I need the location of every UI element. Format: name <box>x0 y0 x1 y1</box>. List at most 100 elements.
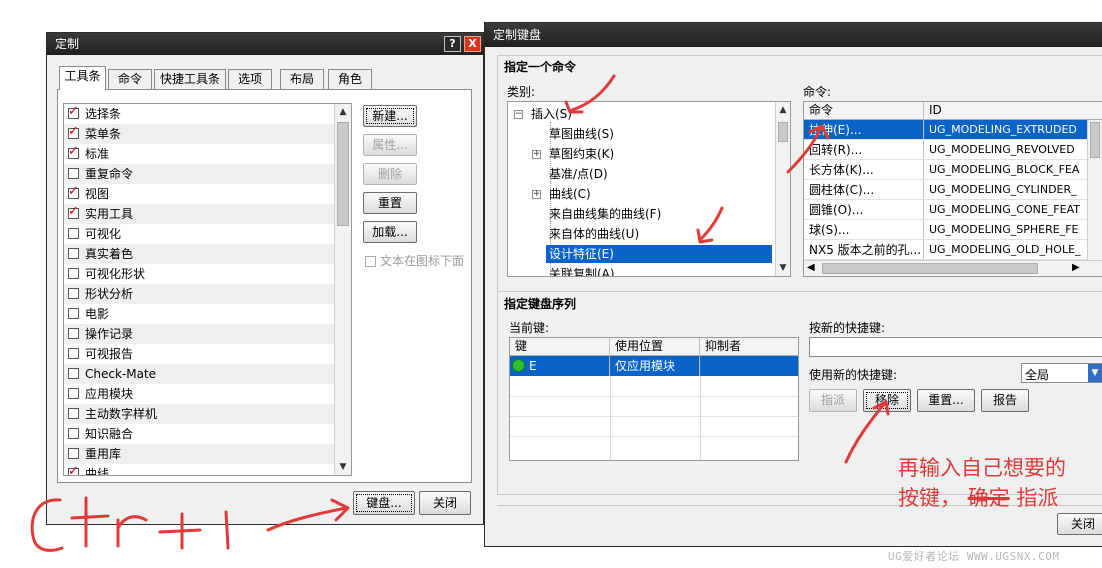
key-row[interactable]: E 仅应用模块 <box>510 356 798 376</box>
command-column-header[interactable]: 命令 <box>804 102 924 119</box>
close-icon[interactable]: X <box>464 36 481 52</box>
assign-button[interactable]: 指派 <box>809 389 857 412</box>
toolbar-item[interactable]: 重复命令 <box>64 164 334 184</box>
toolbar-item[interactable]: 可视化 <box>64 224 334 244</box>
toolbar-item-checkbox[interactable]: ✓ <box>68 185 79 199</box>
category-item[interactable]: 基准/点(D) <box>508 164 774 184</box>
keyboard-button[interactable]: 键盘... <box>353 491 415 515</box>
toolbar-item[interactable]: 主动数字样机 <box>64 404 334 424</box>
scroll-thumb[interactable] <box>337 122 349 226</box>
remove-button[interactable]: 移除 <box>863 389 911 412</box>
customize-titlebar[interactable]: 定制 <box>47 33 483 55</box>
properties-button[interactable]: 属性... <box>363 134 417 156</box>
category-item[interactable]: − 插入(S) <box>508 104 774 124</box>
id-column-header[interactable]: ID <box>924 102 1102 119</box>
toolbar-item-checkbox[interactable] <box>68 388 79 399</box>
command-row[interactable]: 回转(R)... UG_MODELING_REVOLVED <box>804 140 1088 160</box>
toolbar-item-checkbox[interactable]: ✓ <box>68 205 79 219</box>
scroll-up-icon[interactable]: ▲ <box>776 102 790 118</box>
scope-select[interactable]: 全局 ▼ <box>1021 363 1102 383</box>
category-item[interactable]: 设计特征(E) <box>508 244 774 264</box>
category-item[interactable]: + 草图约束(K) <box>508 144 774 164</box>
scroll-right-icon[interactable]: ▶ <box>1072 262 1080 273</box>
load-button[interactable]: 加载... <box>363 221 417 243</box>
toolbar-item[interactable]: ✓ 实用工具 <box>64 204 334 224</box>
tab-roles[interactable]: 角色 <box>328 69 372 89</box>
category-item[interactable]: 关联复制(A) <box>508 264 774 276</box>
where-column-header[interactable]: 使用位置 <box>610 338 700 355</box>
text-below-icon-checkbox[interactable] <box>365 256 376 267</box>
scroll-thumb[interactable] <box>1090 122 1100 158</box>
category-tree-scrollbar[interactable]: ▲ ▼ <box>775 102 790 276</box>
command-row[interactable]: NX5 版本之前的孔... UG_MODELING_OLD_HOLE_ <box>804 240 1088 260</box>
toolbar-item[interactable]: 重用库 <box>64 444 334 464</box>
toolbar-item[interactable]: Check-Mate <box>64 364 334 384</box>
tab-quick-toolbars[interactable]: 快捷工具条 <box>154 69 226 89</box>
chevron-down-icon[interactable]: ▼ <box>1088 364 1102 382</box>
scroll-left-icon[interactable]: ◀ <box>807 262 815 273</box>
expand-icon[interactable]: + <box>532 150 541 159</box>
toolbar-item-checkbox[interactable] <box>68 168 79 179</box>
toolbar-item-checkbox[interactable] <box>68 368 79 379</box>
new-button[interactable]: 新建... <box>363 105 417 127</box>
toolbar-item-checkbox[interactable] <box>68 448 79 459</box>
command-grid-hscrollbar[interactable]: ◀ ▶ <box>804 260 1102 276</box>
toolbar-item[interactable]: ✓ 曲线 <box>64 464 334 475</box>
command-row[interactable]: 拉伸(E)... UG_MODELING_EXTRUDED <box>804 120 1088 140</box>
toolbar-item-checkbox[interactable]: ✓ <box>68 145 79 159</box>
toolbar-item[interactable]: 应用模块 <box>64 384 334 404</box>
tab-options[interactable]: 选项 <box>228 69 272 89</box>
command-row[interactable]: 圆柱体(C)... UG_MODELING_CYLINDER_ <box>804 180 1088 200</box>
toolbar-item-checkbox[interactable]: ✓ <box>68 105 79 119</box>
help-button[interactable]: ? <box>444 36 461 52</box>
suppressed-column-header[interactable]: 抑制者 <box>700 338 798 355</box>
report-button[interactable]: 报告 <box>981 389 1029 412</box>
toolbar-item[interactable]: 电影 <box>64 304 334 324</box>
toolbar-item-checkbox[interactable] <box>68 328 79 339</box>
toolbar-item[interactable]: 可视报告 <box>64 344 334 364</box>
command-row[interactable]: 球(S)... UG_MODELING_SPHERE_FE <box>804 220 1088 240</box>
tab-layout[interactable]: 布局 <box>280 69 324 89</box>
collapse-icon[interactable]: − <box>514 110 523 119</box>
tab-commands[interactable]: 命令 <box>108 69 152 89</box>
command-row[interactable]: 圆锥(O)... UG_MODELING_CONE_FEAT <box>804 200 1088 220</box>
tab-toolbars[interactable]: 工具条 <box>59 66 106 90</box>
expand-icon[interactable]: + <box>532 190 541 199</box>
key-column-header[interactable]: 键 <box>510 338 610 355</box>
toolbar-item-checkbox[interactable] <box>68 428 79 439</box>
category-item[interactable]: 来自体的曲线(U) <box>508 224 774 244</box>
toolbar-item-checkbox[interactable] <box>68 408 79 419</box>
reset-button[interactable]: 重置 <box>363 192 417 214</box>
keyboard-titlebar[interactable]: 定制键盘 <box>485 23 1102 47</box>
toolbar-item[interactable]: 形状分析 <box>64 284 334 304</box>
toolbar-item[interactable]: ✓ 选择条 <box>64 104 334 124</box>
scroll-thumb[interactable] <box>822 263 1038 274</box>
new-shortcut-input[interactable] <box>809 337 1102 357</box>
toolbar-item-checkbox[interactable] <box>68 288 79 299</box>
toolbar-item[interactable]: 知识融合 <box>64 424 334 444</box>
scroll-thumb[interactable] <box>778 122 788 142</box>
toolbar-item-checkbox[interactable] <box>68 248 79 259</box>
toolbar-item-checkbox[interactable] <box>68 268 79 279</box>
toolbar-item-checkbox[interactable] <box>68 308 79 319</box>
toolbar-item[interactable]: 可视化形状 <box>64 264 334 284</box>
category-item[interactable]: 来自曲线集的曲线(F) <box>508 204 774 224</box>
toolbar-item[interactable]: ✓ 菜单条 <box>64 124 334 144</box>
reset-shortcut-button[interactable]: 重置... <box>917 389 975 412</box>
delete-button[interactable]: 删除 <box>363 163 417 185</box>
close-button[interactable]: 关闭 <box>419 491 471 515</box>
toolbar-item-checkbox[interactable]: ✓ <box>68 125 79 139</box>
toolbar-item[interactable]: ✓ 标准 <box>64 144 334 164</box>
command-row[interactable]: 长方体(K)... UG_MODELING_BLOCK_FEA <box>804 160 1088 180</box>
category-item[interactable]: 草图曲线(S) <box>508 124 774 144</box>
toolbar-item-checkbox[interactable]: ✓ <box>68 465 79 475</box>
scroll-down-icon[interactable]: ▼ <box>776 260 790 276</box>
keyboard-close-button[interactable]: 关闭 <box>1057 513 1102 535</box>
toolbar-item[interactable]: 操作记录 <box>64 324 334 344</box>
toolbar-item[interactable]: ✓ 视图 <box>64 184 334 204</box>
toolbar-item[interactable]: 真实着色 <box>64 244 334 264</box>
toolbar-item-checkbox[interactable] <box>68 228 79 239</box>
toolbar-list-scrollbar[interactable]: ▲ ▼ <box>334 104 351 475</box>
scroll-up-icon[interactable]: ▲ <box>335 104 351 120</box>
toolbar-item-checkbox[interactable] <box>68 348 79 359</box>
